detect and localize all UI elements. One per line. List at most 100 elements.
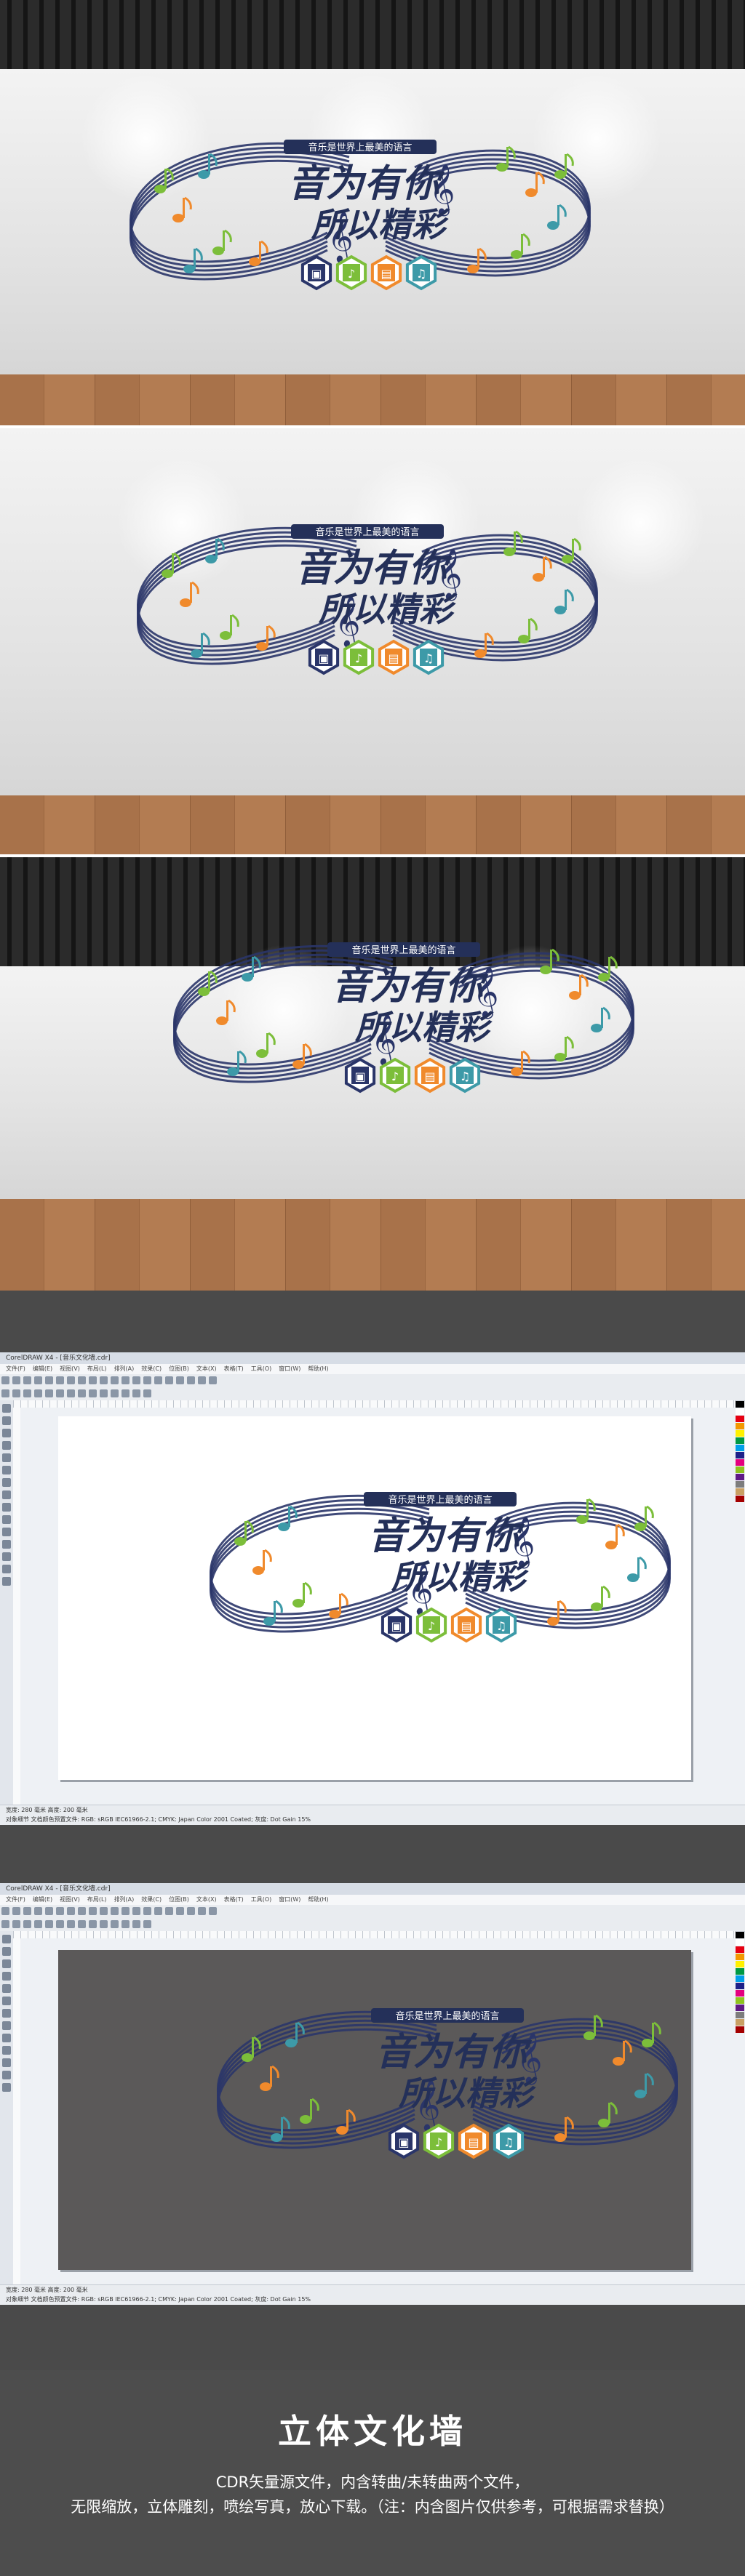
palette-swatch[interactable] (736, 1961, 744, 1967)
drum-kit-icon: ▣ (344, 1057, 376, 1094)
property-bar[interactable] (0, 1387, 745, 1401)
menu-item[interactable]: 表格(T) (224, 1365, 244, 1372)
menu-item[interactable]: 编辑(E) (33, 1896, 52, 1903)
palette-swatch[interactable] (736, 2005, 744, 2011)
toolbox[interactable] (0, 1400, 14, 1805)
music-note-icon (569, 974, 589, 1000)
menu-item[interactable]: 文件(F) (6, 1365, 25, 1372)
menu-item[interactable]: 排列(A) (114, 1896, 135, 1903)
palette-swatch[interactable] (736, 1401, 744, 1408)
music-note-icon (300, 2098, 319, 2124)
ceiling-slat (23, 857, 28, 966)
standard-toolbar[interactable] (0, 1905, 745, 1919)
svg-text:♪: ♪ (428, 1619, 435, 1633)
mural-title-line2: 所以精彩 (398, 2074, 538, 2113)
palette-swatch[interactable] (736, 1408, 744, 1415)
ceiling-slat (375, 0, 380, 69)
palette-swatch[interactable] (736, 1975, 744, 1982)
palette-swatch[interactable] (736, 1445, 744, 1451)
music-note-icon (613, 2039, 632, 2066)
status-details: 对象细节 文档颜色预置文件: RGB: sRGB IEC61966-2.1; C… (6, 2296, 311, 2303)
color-palette[interactable] (735, 1931, 745, 2034)
menu-item[interactable]: 位图(B) (169, 1365, 189, 1372)
standard-toolbar[interactable] (0, 1374, 745, 1388)
palette-swatch[interactable] (736, 1997, 744, 2004)
footer-title: 立体文化墙 (278, 2412, 467, 2451)
svg-text:♪: ♪ (435, 2135, 442, 2149)
menu-item[interactable]: 窗口(W) (279, 1896, 300, 1903)
palette-swatch[interactable] (736, 1932, 744, 1938)
palette-swatch[interactable] (736, 1459, 744, 1466)
ceiling-slat (71, 0, 76, 69)
ceiling-slat (680, 857, 684, 966)
guitar-icon: ♪ (335, 254, 367, 291)
palette-swatch[interactable] (736, 1496, 744, 1502)
palette-swatch[interactable] (736, 1990, 744, 1997)
palette-swatch[interactable] (736, 1983, 744, 1989)
mural-title-line1: 音为有你 (295, 546, 453, 590)
toolbox[interactable] (0, 1931, 14, 2284)
menu-item[interactable]: 文件(F) (6, 1896, 25, 1903)
property-bar[interactable] (0, 1918, 745, 1932)
slogan-text: 音乐是世界上最美的语言 (308, 142, 412, 153)
window-title: CorelDRAW X4 - [音乐文化墙.cdr] (0, 1883, 745, 1895)
svg-text:♫: ♫ (496, 1619, 506, 1633)
menu-item[interactable]: 编辑(E) (33, 1365, 52, 1372)
palette-swatch[interactable] (736, 1946, 744, 1953)
menu-item[interactable]: 位图(B) (169, 1896, 189, 1903)
horizontal-ruler (13, 1931, 735, 1938)
ceiling-slat (119, 857, 124, 966)
palette-swatch[interactable] (736, 1954, 744, 1960)
culture-wall-mural[interactable]: 𝄞 𝄞 音乐是世界上最美的语言 音为有你 所以精彩 ▣ ♪ ▤ ♫ (189, 1476, 684, 1665)
palette-swatch[interactable] (736, 1416, 744, 1422)
ceiling-slat (263, 0, 268, 69)
drum-kit-icon: ▣ (300, 254, 332, 291)
palette-swatch[interactable] (736, 1437, 744, 1444)
palette-swatch[interactable] (736, 1430, 744, 1437)
palette-swatch[interactable] (736, 2012, 744, 2018)
palette-swatch[interactable] (736, 1452, 744, 1458)
palette-swatch[interactable] (736, 2019, 744, 2026)
mural-title-line2: 所以精彩 (311, 205, 450, 244)
palette-swatch[interactable] (736, 1474, 744, 1480)
drum-kit-icon: ▣ (381, 1607, 413, 1643)
menu-item[interactable]: 效果(C) (141, 1365, 162, 1372)
footer-description-line1: CDR矢量源文件，内含转曲/未转曲两个文件， (215, 2473, 530, 2491)
menu-item[interactable]: 文本(X) (196, 1365, 217, 1372)
menu-item[interactable]: 视图(V) (60, 1896, 80, 1903)
menu-item[interactable]: 文本(X) (196, 1896, 217, 1903)
palette-swatch[interactable] (736, 1968, 744, 1975)
palette-swatch[interactable] (736, 2026, 744, 2033)
menu-item[interactable]: 窗口(W) (279, 1365, 300, 1372)
trumpet-icon: ♫ (449, 1057, 481, 1094)
ceiling-slat (664, 857, 668, 966)
palette-swatch[interactable] (736, 1466, 744, 1473)
svg-text:▤: ▤ (461, 1619, 471, 1633)
palette-swatch[interactable] (736, 1488, 744, 1495)
menu-item[interactable]: 工具(O) (251, 1365, 272, 1372)
culture-wall-mural[interactable]: 𝄞 𝄞 音乐是世界上最美的语言 音为有你 所以精彩 ▣ ♪ ▤ ♫ (196, 1992, 691, 2181)
menu-item[interactable]: 表格(T) (224, 1896, 244, 1903)
menu-item[interactable]: 布局(L) (87, 1896, 107, 1903)
ceiling-slat (7, 857, 12, 966)
mural-title-line2: 所以精彩 (318, 590, 458, 629)
palette-swatch[interactable] (736, 1423, 744, 1429)
menu-item[interactable]: 工具(O) (251, 1896, 272, 1903)
palette-swatch[interactable] (736, 1481, 744, 1488)
vertical-ruler (13, 1408, 20, 1805)
ceiling-slat (199, 0, 204, 69)
status-size: 宽度: 280 毫米 高度: 200 毫米 (6, 1807, 88, 1813)
music-note-icon (220, 614, 239, 640)
menu-item[interactable]: 布局(L) (87, 1365, 107, 1372)
menu-item[interactable]: 排列(A) (114, 1365, 135, 1372)
ceiling-slat (407, 0, 412, 69)
trumpet-icon: ♫ (493, 2123, 525, 2159)
menu-item[interactable]: 帮助(H) (308, 1896, 328, 1903)
svg-text:▣: ▣ (354, 1070, 365, 1083)
palette-swatch[interactable] (736, 1939, 744, 1946)
menu-item[interactable]: 帮助(H) (308, 1365, 328, 1372)
color-palette[interactable] (735, 1400, 745, 1503)
menu-item[interactable]: 视图(V) (60, 1365, 80, 1372)
svg-text:▤: ▤ (424, 1070, 435, 1083)
menu-item[interactable]: 效果(C) (141, 1896, 162, 1903)
